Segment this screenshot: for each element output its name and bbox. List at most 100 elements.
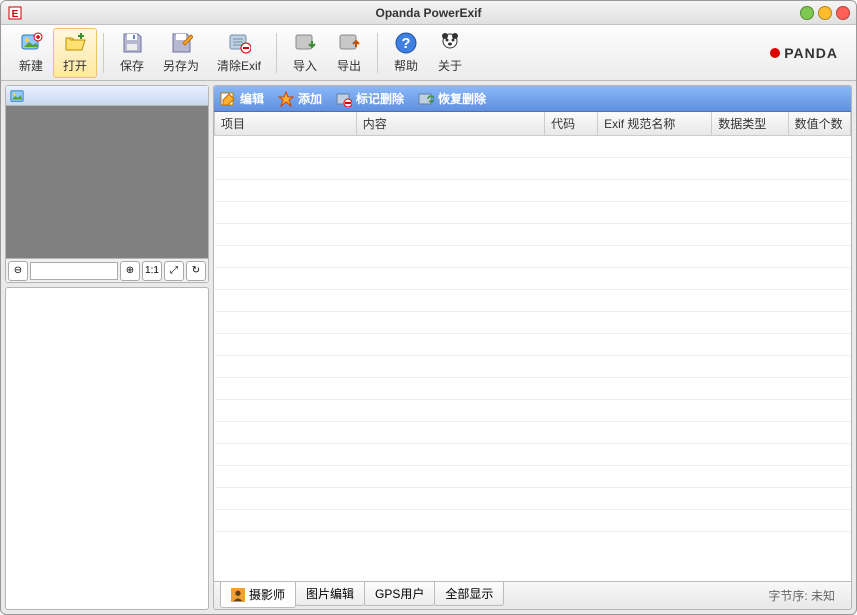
- tree-panel[interactable]: [5, 287, 209, 610]
- table-row[interactable]: [215, 224, 851, 246]
- open-label: 打开: [63, 57, 87, 74]
- brand-logo: PANDA: [770, 45, 838, 61]
- zoom-fit-button[interactable]: ⤢: [164, 261, 184, 281]
- col-item[interactable]: 项目: [215, 112, 357, 136]
- table-row[interactable]: [215, 466, 851, 488]
- export-button[interactable]: 导出: [327, 28, 371, 78]
- right-pane: 编辑 添加 标记删除 恢复删除: [213, 85, 852, 610]
- restore-delete-label: 恢复删除: [438, 90, 486, 107]
- table-body: [215, 136, 851, 532]
- table-row[interactable]: [215, 246, 851, 268]
- svg-text:?: ?: [401, 35, 410, 52]
- import-button[interactable]: 导入: [283, 28, 327, 78]
- clear-exif-button[interactable]: 清除Exif: [208, 28, 270, 78]
- brand-dot-icon: [770, 48, 780, 58]
- tab-gps-label: GPS用户: [375, 585, 424, 602]
- import-icon: [293, 31, 317, 55]
- main-window: E Opanda PowerExif 新建 打开 保存 另存为 清除Exif: [0, 0, 857, 615]
- saveas-icon: [169, 31, 193, 55]
- tab-photographer[interactable]: 摄影师: [220, 582, 296, 608]
- body: ⊖ ⊕ 1:1 ⤢ ↻ 编辑 添加: [1, 81, 856, 614]
- saveas-label: 另存为: [163, 57, 199, 74]
- table-row[interactable]: [215, 378, 851, 400]
- preview-header: [6, 86, 208, 106]
- table-row[interactable]: [215, 202, 851, 224]
- table-row[interactable]: [215, 334, 851, 356]
- open-button[interactable]: 打开: [53, 28, 97, 78]
- mark-delete-icon: [336, 91, 352, 107]
- save-icon: [120, 31, 144, 55]
- zoom-1to1-button[interactable]: 1:1: [142, 261, 162, 281]
- tab-image-edit[interactable]: 图片编辑: [295, 582, 365, 606]
- save-label: 保存: [120, 57, 144, 74]
- brand-text: PANDA: [784, 45, 838, 61]
- exif-table-wrap[interactable]: 项目 内容 代码 Exif 规范名称 数据类型 数值个数: [214, 112, 851, 581]
- table-row[interactable]: [215, 158, 851, 180]
- table-row[interactable]: [215, 400, 851, 422]
- col-data-type[interactable]: 数据类型: [712, 112, 788, 136]
- table-row[interactable]: [215, 180, 851, 202]
- maximize-button[interactable]: [818, 6, 832, 20]
- export-icon: [337, 31, 361, 55]
- minimize-button[interactable]: [800, 6, 814, 20]
- add-action[interactable]: 添加: [278, 90, 322, 107]
- svg-text:E: E: [12, 9, 19, 20]
- bottom-tabs: 摄影师 图片编辑 GPS用户 全部显示 字节序: 未知: [214, 581, 851, 609]
- clear-label: 清除Exif: [217, 57, 261, 74]
- saveas-button[interactable]: 另存为: [154, 28, 208, 78]
- main-toolbar: 新建 打开 保存 另存为 清除Exif 导入 导出 ?: [1, 25, 856, 81]
- edit-label: 编辑: [240, 90, 264, 107]
- action-bar: 编辑 添加 标记删除 恢复删除: [214, 86, 851, 112]
- new-button[interactable]: 新建: [9, 28, 53, 78]
- clear-icon: [227, 31, 251, 55]
- exif-table: 项目 内容 代码 Exif 规范名称 数据类型 数值个数: [214, 112, 851, 532]
- tab-gps[interactable]: GPS用户: [364, 582, 435, 606]
- col-count[interactable]: 数值个数: [788, 112, 850, 136]
- help-icon: ?: [394, 31, 418, 55]
- app-icon: E: [7, 5, 23, 21]
- export-label: 导出: [337, 57, 361, 74]
- preview-area: [6, 106, 208, 258]
- mark-delete-action[interactable]: 标记删除: [336, 90, 404, 107]
- table-row[interactable]: [215, 444, 851, 466]
- status-byte-order: 字节序: 未知: [768, 587, 835, 604]
- separator: [276, 33, 277, 73]
- add-icon: [278, 91, 294, 107]
- tab-photographer-label: 摄影师: [249, 586, 285, 603]
- edit-icon: [220, 91, 236, 107]
- about-button[interactable]: 关于: [428, 28, 472, 78]
- help-button[interactable]: ? 帮助: [384, 28, 428, 78]
- table-row[interactable]: [215, 312, 851, 334]
- add-label: 添加: [298, 90, 322, 107]
- left-pane: ⊖ ⊕ 1:1 ⤢ ↻: [5, 85, 209, 610]
- photographer-icon: [231, 588, 245, 602]
- table-row[interactable]: [215, 136, 851, 158]
- table-row[interactable]: [215, 268, 851, 290]
- table-row[interactable]: [215, 422, 851, 444]
- window-controls: [800, 6, 850, 20]
- preview-panel: ⊖ ⊕ 1:1 ⤢ ↻: [5, 85, 209, 283]
- col-code[interactable]: 代码: [545, 112, 598, 136]
- tab-image-edit-label: 图片编辑: [306, 585, 354, 602]
- window-title: Opanda PowerExif: [1, 6, 856, 20]
- tab-show-all-label: 全部显示: [445, 585, 493, 602]
- table-row[interactable]: [215, 488, 851, 510]
- zoom-out-button[interactable]: ⊖: [8, 261, 28, 281]
- about-icon: [438, 31, 462, 55]
- table-row[interactable]: [215, 510, 851, 532]
- tab-show-all[interactable]: 全部显示: [434, 582, 504, 606]
- zoom-field[interactable]: [30, 262, 118, 280]
- restore-delete-action[interactable]: 恢复删除: [418, 90, 486, 107]
- col-content[interactable]: 内容: [356, 112, 544, 136]
- table-row[interactable]: [215, 290, 851, 312]
- close-button[interactable]: [836, 6, 850, 20]
- zoom-in-button[interactable]: ⊕: [120, 261, 140, 281]
- edit-action[interactable]: 编辑: [220, 90, 264, 107]
- image-icon: [10, 89, 24, 103]
- about-label: 关于: [438, 57, 462, 74]
- titlebar: E Opanda PowerExif: [1, 1, 856, 25]
- table-row[interactable]: [215, 356, 851, 378]
- save-button[interactable]: 保存: [110, 28, 154, 78]
- rotate-button[interactable]: ↻: [186, 261, 206, 281]
- col-exif-name[interactable]: Exif 规范名称: [598, 112, 712, 136]
